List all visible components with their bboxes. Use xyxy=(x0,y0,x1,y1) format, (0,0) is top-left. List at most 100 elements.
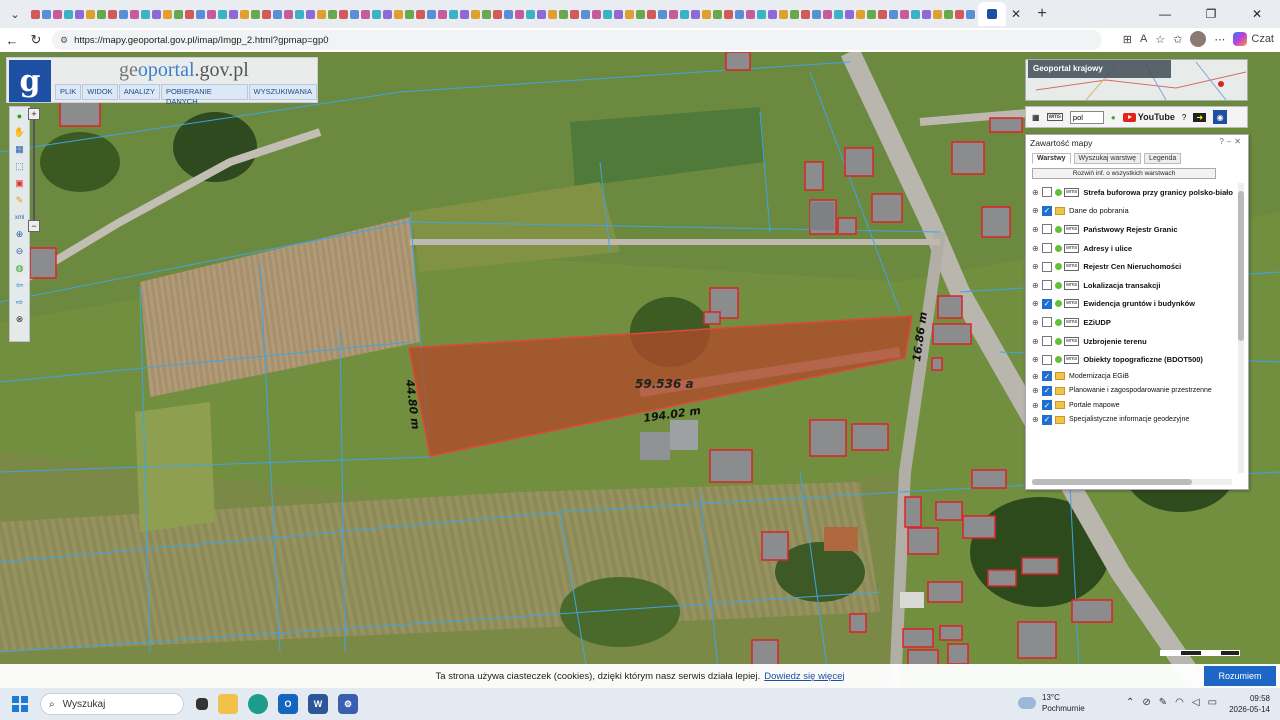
forward-arrow-icon[interactable]: ⇨ xyxy=(10,294,29,311)
layer-row[interactable]: ⊕ wms Adresy i ulice xyxy=(1032,239,1240,258)
tab-favicon-icon[interactable] xyxy=(482,9,491,19)
tab-favicon-icon[interactable] xyxy=(152,9,161,19)
tab-favicon-icon[interactable] xyxy=(31,9,40,19)
layer-row[interactable]: ⊕ wms Państwowy Rejestr Granic xyxy=(1032,220,1240,239)
tab-favicon-icon[interactable] xyxy=(735,9,744,19)
tab-favicon-icon[interactable] xyxy=(174,9,183,19)
read-aloud-icon[interactable]: A xyxy=(1140,33,1147,45)
tab-favicon-icon[interactable] xyxy=(328,9,337,19)
zoom-in-icon[interactable]: ⊕ xyxy=(10,226,29,243)
profile-avatar[interactable] xyxy=(1190,31,1207,47)
file-explorer-icon[interactable] xyxy=(218,694,238,714)
layer-checkbox[interactable]: ✓ xyxy=(1042,298,1052,309)
grid-icon[interactable]: ▦ xyxy=(1032,113,1040,122)
tab-favicon-icon[interactable] xyxy=(581,9,590,19)
cookie-accept-button[interactable]: Rozumiem xyxy=(1204,666,1276,686)
favorite-star-icon[interactable]: ☆ xyxy=(1155,33,1165,46)
tab-favicon-icon[interactable] xyxy=(53,9,62,19)
favorites-icon[interactable]: ✩ xyxy=(1173,33,1182,46)
tab-favicon-icon[interactable] xyxy=(306,9,315,19)
layer-checkbox[interactable]: ✓ xyxy=(1042,385,1052,396)
xml-icon[interactable]: xml xyxy=(10,209,29,226)
more-menu-icon[interactable]: ⋯ xyxy=(1214,33,1225,46)
tab-favicon-icon[interactable] xyxy=(427,9,436,19)
green-dot-icon[interactable]: ● xyxy=(1111,113,1116,122)
tab-favicon-icon[interactable] xyxy=(119,9,128,19)
windows-start-icon[interactable] xyxy=(12,696,28,712)
compass-icon[interactable]: ⊗ xyxy=(10,311,29,328)
youtube-link[interactable]: YouTube xyxy=(1122,112,1175,122)
tab-favicon-icon[interactable] xyxy=(955,9,964,19)
layer-row[interactable]: ⊕ ✓ Planowanie i zagospodarowanie przestrz… xyxy=(1032,383,1240,398)
tab-favicon-icon[interactable] xyxy=(812,9,821,19)
tab-favicon-icon[interactable] xyxy=(636,9,645,19)
tab-favicon-icon[interactable] xyxy=(603,9,612,19)
layer-checkbox[interactable] xyxy=(1042,354,1052,365)
tab-favicon-icon[interactable] xyxy=(911,9,920,19)
tab-favicon-icon[interactable] xyxy=(834,9,843,19)
wms-icon[interactable]: wms xyxy=(1046,113,1063,121)
tab-favicon-icon[interactable] xyxy=(207,9,216,19)
tab-favicon-icon[interactable] xyxy=(405,9,414,19)
layer-row[interactable]: ⊕ wms Rejestr Cen Nieruchomości xyxy=(1032,257,1240,276)
tab-favicon-icon[interactable] xyxy=(889,9,898,19)
layer-checkbox[interactable]: ✓ xyxy=(1042,414,1052,425)
select-icon[interactable]: ⬚ xyxy=(10,158,29,175)
tab-favicon-icon[interactable] xyxy=(647,9,656,19)
tab-favicon-icon[interactable] xyxy=(966,9,975,19)
layer-row[interactable]: ⊕ ✓ Specjalistyczne informacje geodezyjne xyxy=(1032,412,1240,427)
layer-checkbox[interactable]: ✓ xyxy=(1042,400,1052,411)
tab-favicon-icon[interactable] xyxy=(141,9,150,19)
tab-favicon-icon[interactable] xyxy=(592,9,601,19)
tab-favicon-icon[interactable] xyxy=(350,9,359,19)
tab-favicon-icon[interactable] xyxy=(240,9,249,19)
menu-widok[interactable]: WIDOK xyxy=(82,84,118,100)
tab-favicon-icon[interactable] xyxy=(790,9,799,19)
tab-favicon-icon[interactable] xyxy=(845,9,854,19)
layer-row[interactable]: ⊕ ✓ Modernizacja EGiB xyxy=(1032,369,1240,384)
layer-row[interactable]: ⊕ wms Strefa buforowa przy granicy polsko-… xyxy=(1032,183,1240,202)
tab-favicon-icon[interactable] xyxy=(856,9,865,19)
tab-favicon-icon[interactable] xyxy=(229,9,238,19)
tab-favicon-icon[interactable] xyxy=(339,9,348,19)
zoom-track[interactable] xyxy=(33,120,35,220)
minimize-icon[interactable]: — xyxy=(1142,0,1188,28)
tab-favicon-icon[interactable] xyxy=(658,9,667,19)
expand-layer-icon[interactable]: ⊕ xyxy=(1032,244,1042,253)
tab-favicon-icon[interactable] xyxy=(746,9,755,19)
expand-all-layers-button[interactable]: Rozwiń inf. o wszystkich warstwach xyxy=(1032,168,1216,179)
select-remove-icon[interactable]: ▣ xyxy=(10,175,29,192)
tab-favicon-icon[interactable] xyxy=(284,9,293,19)
tab-favicon-icon[interactable] xyxy=(559,9,568,19)
layer-checkbox[interactable]: ✓ xyxy=(1042,371,1052,382)
tab-favicon-icon[interactable] xyxy=(625,9,634,19)
back-arrow-icon[interactable]: ⇦ xyxy=(10,277,29,294)
layer-checkbox[interactable] xyxy=(1042,317,1052,328)
tab-favicon-icon[interactable] xyxy=(108,9,117,19)
zoom-slider[interactable]: + − xyxy=(28,108,42,236)
layer-checkbox[interactable] xyxy=(1042,261,1052,272)
tab-favicon-icon[interactable] xyxy=(504,9,513,19)
overview-map[interactable]: Geoportal krajowy xyxy=(1025,59,1248,101)
copilot-button[interactable]: Czat xyxy=(1233,32,1274,46)
tab-warstwy[interactable]: Warstwy xyxy=(1032,153,1071,164)
layer-checkbox[interactable] xyxy=(1042,224,1052,235)
expand-layer-icon[interactable]: ⊕ xyxy=(1032,281,1042,290)
tab-actions-menu-icon[interactable]: ⌄ xyxy=(4,3,26,25)
expand-layer-icon[interactable]: ⊕ xyxy=(1032,337,1042,346)
tab-favicon-icon[interactable] xyxy=(86,9,95,19)
layer-row[interactable]: ⊕ wms Obiekty topograficzne (BDOT500) xyxy=(1032,350,1240,369)
tab-favicon-icon[interactable] xyxy=(97,9,106,19)
layer-row[interactable]: ⊕ wms Lokalizacja transakcji xyxy=(1032,276,1240,295)
tab-favicon-icon[interactable] xyxy=(801,9,810,19)
active-tab[interactable] xyxy=(978,2,1006,26)
tab-favicon-icon[interactable] xyxy=(218,9,227,19)
tab-favicon-icon[interactable] xyxy=(361,9,370,19)
layer-row[interactable]: ⊕ ✓ wms Ewidencja gruntów i budynków xyxy=(1032,295,1240,314)
tab-favicon-icon[interactable] xyxy=(933,9,942,19)
expand-layer-icon[interactable]: ⊕ xyxy=(1032,415,1042,424)
tab-favicon-icon[interactable] xyxy=(185,9,194,19)
tab-favicon-icon[interactable] xyxy=(944,9,953,19)
tab-favicon-icon[interactable] xyxy=(64,9,73,19)
tab-favicon-icon[interactable] xyxy=(548,9,557,19)
